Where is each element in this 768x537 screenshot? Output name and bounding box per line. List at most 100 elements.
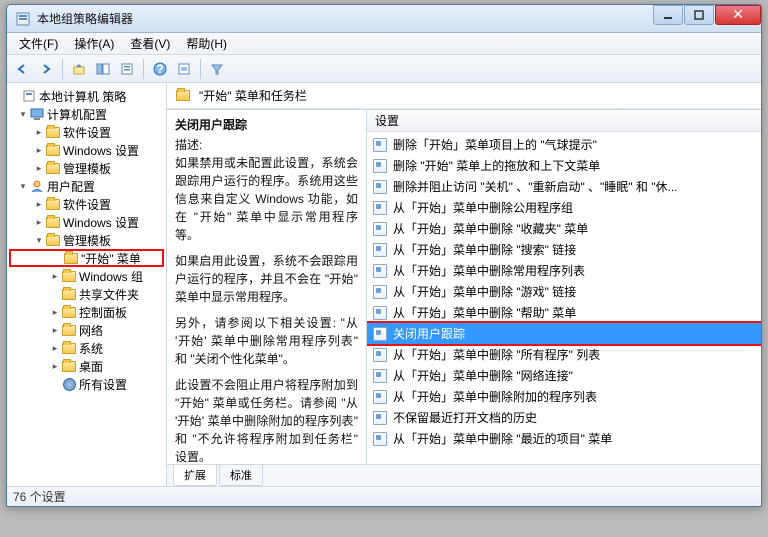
menu-action[interactable]: 操作(A) <box>66 33 122 54</box>
setting-label: 从「开始」菜单中删除 "搜索" 链接 <box>393 241 576 258</box>
tree-computer-config[interactable]: ▾计算机配置 <box>9 105 164 123</box>
folder-icon <box>45 233 61 247</box>
setting-label: 不保留最近打开文档的历史 <box>393 409 537 426</box>
tree-item[interactable]: ▸Windows 设置 <box>9 213 164 231</box>
col-label: 设置 <box>375 112 399 129</box>
desc-label: 描述: <box>175 136 358 154</box>
tree-label: 所有设置 <box>79 376 127 393</box>
setting-title: 关闭用户跟踪 <box>175 116 358 134</box>
settings-list[interactable]: 设置 删除「开始」菜单项目上的 "气球提示" 删除 "开始" 菜单上的拖放和上下文… <box>367 110 761 464</box>
tab-standard[interactable]: 标准 <box>219 465 263 486</box>
tree-item[interactable]: ▸软件设置 <box>9 123 164 141</box>
content-title: "开始" 菜单和任务栏 <box>199 87 307 104</box>
setting-icon <box>373 201 387 215</box>
list-item[interactable]: 从「开始」菜单中删除 "游戏" 链接 <box>367 281 761 302</box>
list-item[interactable]: 从「开始」菜单中删除 "收藏夹" 菜单 <box>367 218 761 239</box>
policy-icon <box>21 89 37 103</box>
list-item[interactable]: 从「开始」菜单中删除公用程序组 <box>367 197 761 218</box>
list-item[interactable]: 删除并阻止访问 "关机" 、"重新启动" 、"睡眠" 和 "休... <box>367 176 761 197</box>
setting-label: 删除 "开始" 菜单上的拖放和上下文菜单 <box>393 157 600 174</box>
separator <box>200 59 201 79</box>
minimize-button[interactable] <box>653 5 683 25</box>
setting-icon <box>373 264 387 278</box>
forward-button[interactable] <box>35 58 57 80</box>
setting-icon <box>373 138 387 152</box>
tree-user-config[interactable]: ▾用户配置 <box>9 177 164 195</box>
list-item[interactable]: 删除 "开始" 菜单上的拖放和上下文菜单 <box>367 155 761 176</box>
desc-text: 如果禁用或未配置此设置，系统会跟踪用户运行的程序。系统用这些信息来自定义 Win… <box>175 154 358 244</box>
tree-item[interactable]: ▸网络 <box>9 321 164 339</box>
tree-label: 网络 <box>79 322 103 339</box>
tree-item[interactable]: ▸系统 <box>9 339 164 357</box>
list-column-header[interactable]: 设置 <box>367 110 761 132</box>
tree-start-menu[interactable]: "开始" 菜单 <box>9 249 164 267</box>
close-button[interactable]: ✕ <box>715 5 761 25</box>
list-item[interactable]: 从「开始」菜单中删除 "搜索" 链接 <box>367 239 761 260</box>
tree-label: Windows 设置 <box>63 214 139 231</box>
setting-icon <box>373 432 387 446</box>
tree-label: 系统 <box>79 340 103 357</box>
tree-item[interactable]: ▸Windows 设置 <box>9 141 164 159</box>
setting-label: 关闭用户跟踪 <box>393 325 465 342</box>
list-item[interactable]: 从「开始」菜单中删除附加的程序列表 <box>367 386 761 407</box>
help-button[interactable]: ? <box>149 58 171 80</box>
setting-icon <box>373 411 387 425</box>
status-text: 76 个设置 <box>13 488 66 505</box>
tree-all-settings[interactable]: 所有设置 <box>9 375 164 393</box>
folder-icon <box>61 269 77 283</box>
list-item[interactable]: 从「开始」菜单中删除 "所有程序" 列表 <box>367 344 761 365</box>
titlebar[interactable]: 本地组策略编辑器 ✕ <box>7 5 761 33</box>
setting-label: 从「开始」菜单中删除附加的程序列表 <box>393 388 597 405</box>
up-button[interactable] <box>68 58 90 80</box>
back-button[interactable] <box>11 58 33 80</box>
setting-icon <box>373 348 387 362</box>
separator <box>62 59 63 79</box>
list-item[interactable]: 不保留最近打开文档的历史 <box>367 407 761 428</box>
tree-item[interactable]: ▸桌面 <box>9 357 164 375</box>
app-icon <box>15 11 31 27</box>
folder-icon <box>175 89 191 103</box>
folder-icon <box>45 197 61 211</box>
list-body: 删除「开始」菜单项目上的 "气球提示" 删除 "开始" 菜单上的拖放和上下文菜单删… <box>367 132 761 464</box>
list-item[interactable]: 从「开始」菜单中删除 "网络连接" <box>367 365 761 386</box>
list-item[interactable]: 从「开始」菜单中删除 "最近的项目" 菜单 <box>367 428 761 449</box>
tree-panel[interactable]: 本地计算机 策略 ▾计算机配置 ▸软件设置 ▸Windows 设置 ▸管理模板 … <box>7 83 167 486</box>
content-header: "开始" 菜单和任务栏 <box>167 83 761 109</box>
list-item[interactable]: 从「开始」菜单中删除常用程序列表 <box>367 260 761 281</box>
setting-icon <box>373 222 387 236</box>
show-hide-tree-button[interactable] <box>92 58 114 80</box>
tree-item[interactable]: ▸控制面板 <box>9 303 164 321</box>
folder-icon <box>63 251 79 265</box>
menu-file[interactable]: 文件(F) <box>11 33 66 54</box>
list-item[interactable]: 关闭用户跟踪 <box>367 323 761 344</box>
menubar: 文件(F) 操作(A) 查看(V) 帮助(H) <box>7 33 761 55</box>
menu-view[interactable]: 查看(V) <box>122 33 178 54</box>
maximize-button[interactable] <box>684 5 714 25</box>
list-item[interactable]: 从「开始」菜单中删除 "帮助" 菜单 <box>367 302 761 323</box>
content-area: 关闭用户跟踪 描述: 如果禁用或未配置此设置，系统会跟踪用户运行的程序。系统用这… <box>167 109 761 464</box>
setting-label: 从「开始」菜单中删除公用程序组 <box>393 199 573 216</box>
tree-label: 计算机配置 <box>47 106 107 123</box>
filter-button[interactable] <box>206 58 228 80</box>
menu-help[interactable]: 帮助(H) <box>178 33 235 54</box>
tree-label: 软件设置 <box>63 124 111 141</box>
tree-item[interactable]: ▸管理模板 <box>9 159 164 177</box>
setting-icon <box>373 369 387 383</box>
folder-icon <box>61 341 77 355</box>
tab-extended[interactable]: 扩展 <box>173 465 217 486</box>
tree-item[interactable]: ▾管理模板 <box>9 231 164 249</box>
tree-item[interactable]: ▸Windows 组 <box>9 267 164 285</box>
properties-button[interactable] <box>116 58 138 80</box>
svg-text:?: ? <box>156 62 163 76</box>
tree-label: 控制面板 <box>79 304 127 321</box>
tree-label: 管理模板 <box>63 232 111 249</box>
tree-item[interactable]: 共享文件夹 <box>9 285 164 303</box>
tree-root[interactable]: 本地计算机 策略 <box>9 87 164 105</box>
list-item[interactable]: 删除「开始」菜单项目上的 "气球提示" <box>367 134 761 155</box>
tree-item[interactable]: ▸软件设置 <box>9 195 164 213</box>
main-body: 本地计算机 策略 ▾计算机配置 ▸软件设置 ▸Windows 设置 ▸管理模板 … <box>7 83 761 486</box>
tree-label: Windows 组 <box>79 268 143 285</box>
refresh-button[interactable] <box>173 58 195 80</box>
setting-icon <box>373 180 387 194</box>
setting-label: 从「开始」菜单中删除 "帮助" 菜单 <box>393 304 576 321</box>
